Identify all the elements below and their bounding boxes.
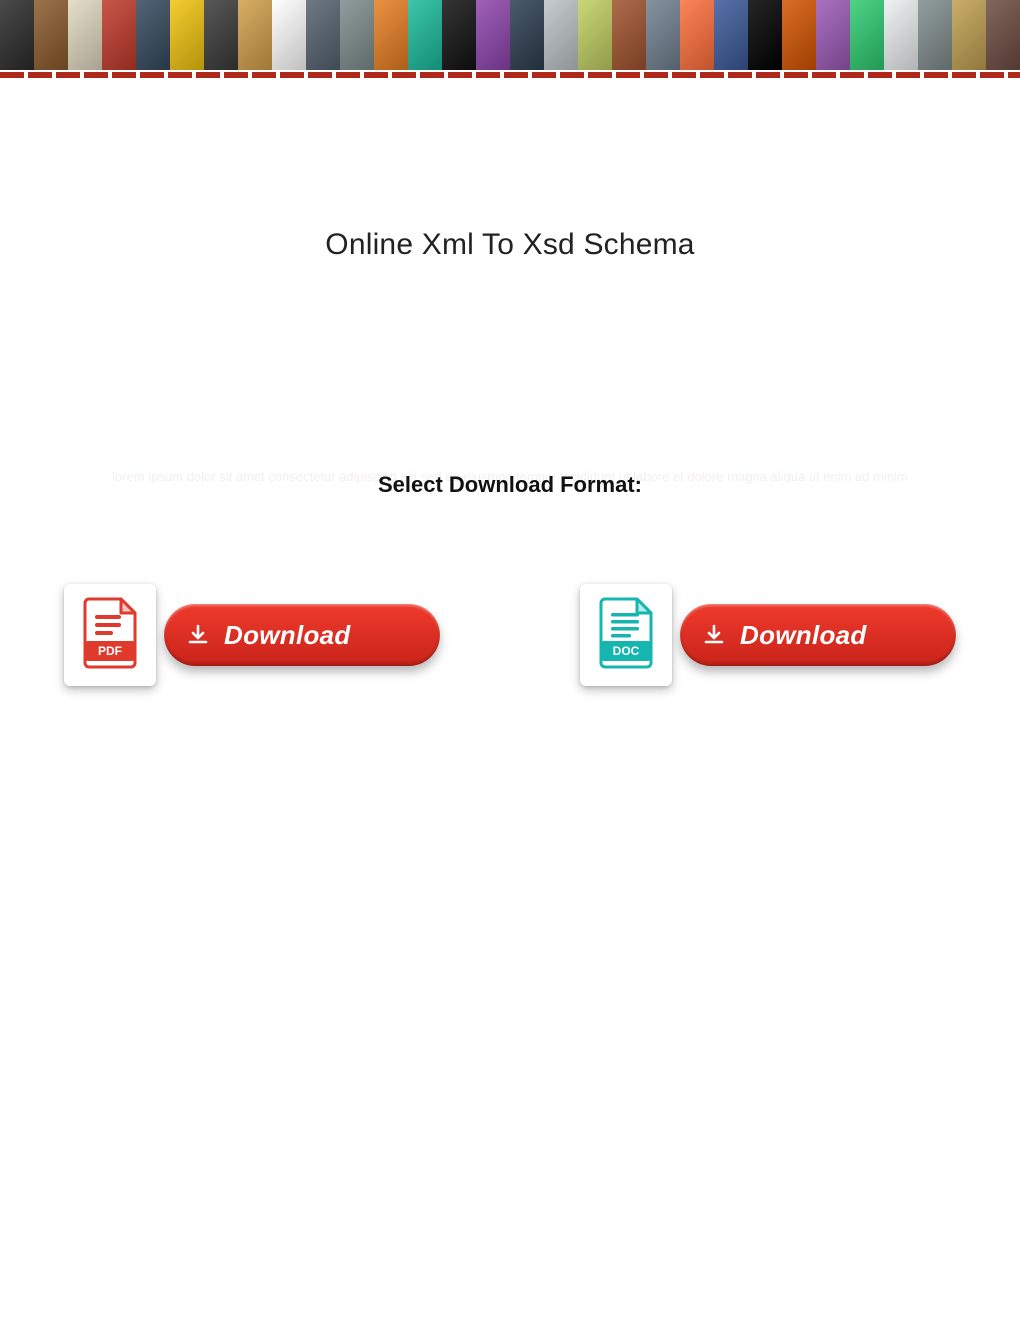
banner-tile — [170, 0, 204, 70]
download-pdf-pill[interactable]: Download — [164, 604, 440, 666]
banner-tile — [408, 0, 442, 70]
banner-tile — [884, 0, 918, 70]
decorative-banner — [0, 0, 1020, 72]
banner-tile — [136, 0, 170, 70]
banner-tile — [340, 0, 374, 70]
svg-text:PDF: PDF — [98, 644, 122, 658]
page-title: Online Xml To Xsd Schema — [0, 228, 1020, 262]
doc-file-card: DOC — [580, 584, 672, 686]
svg-text:DOC: DOC — [613, 644, 640, 658]
banner-tile — [374, 0, 408, 70]
banner-tile — [952, 0, 986, 70]
download-format-label: Select Download Format: — [0, 472, 1020, 498]
banner-tile — [476, 0, 510, 70]
banner-tile — [306, 0, 340, 70]
banner-tile — [612, 0, 646, 70]
banner-ruler — [0, 72, 1020, 78]
banner-tile — [646, 0, 680, 70]
download-arrow-icon — [186, 623, 210, 647]
download-arrow-icon — [702, 623, 726, 647]
banner-tile — [272, 0, 306, 70]
banner-tile — [578, 0, 612, 70]
download-doc-label: Download — [740, 620, 867, 651]
banner-tile — [816, 0, 850, 70]
banner-tile — [544, 0, 578, 70]
download-pdf-button[interactable]: PDF Download — [64, 584, 440, 686]
banner-tile — [0, 0, 34, 70]
subtitle-section: lorem ipsum dolor sit amet consectetur a… — [0, 472, 1020, 498]
banner-tile — [850, 0, 884, 70]
banner-tile — [238, 0, 272, 70]
banner-tile — [714, 0, 748, 70]
banner-tile — [782, 0, 816, 70]
download-pdf-label: Download — [224, 620, 351, 651]
banner-tile — [680, 0, 714, 70]
pdf-file-card: PDF — [64, 584, 156, 686]
doc-file-icon: DOC — [597, 597, 655, 674]
banner-tile — [986, 0, 1020, 70]
pdf-file-icon: PDF — [81, 597, 139, 674]
banner-tile — [442, 0, 476, 70]
banner-tile — [204, 0, 238, 70]
download-row: PDF Download — [0, 584, 1020, 686]
download-doc-button[interactable]: DOC Download — [580, 584, 956, 686]
banner-tile — [510, 0, 544, 70]
banner-tile — [748, 0, 782, 70]
banner-tile — [102, 0, 136, 70]
download-doc-pill[interactable]: Download — [680, 604, 956, 666]
banner-tile — [918, 0, 952, 70]
banner-tile — [34, 0, 68, 70]
banner-tile — [68, 0, 102, 70]
